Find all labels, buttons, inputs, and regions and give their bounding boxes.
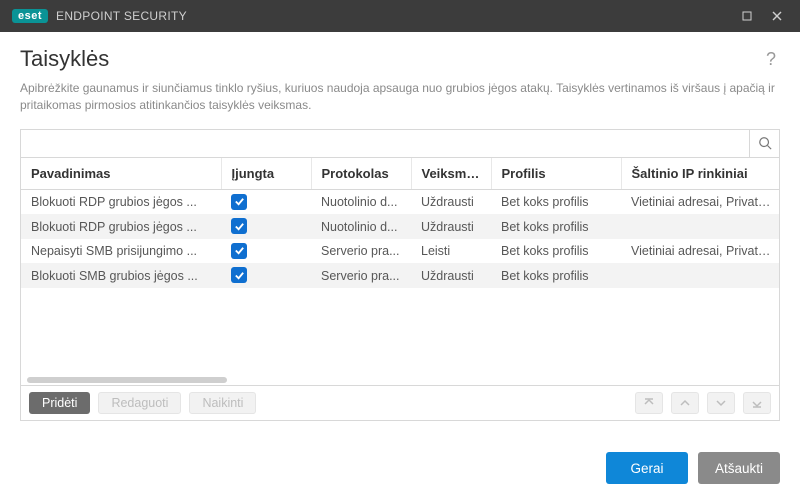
page-description: Apibrėžkite gaunamus ir siunčiamus tinkl… <box>20 80 780 115</box>
chevron-bottom-icon <box>751 397 763 409</box>
search-input[interactable] <box>21 130 749 156</box>
horizontal-scrollbar[interactable] <box>21 375 779 385</box>
cell-profile: Bet koks profilis <box>491 263 621 288</box>
cell-profile: Bet koks profilis <box>491 214 621 239</box>
cell-protocol: Serverio pra... <box>311 263 411 288</box>
checkbox-checked-icon[interactable] <box>231 267 247 283</box>
rules-panel: Pavadinimas Įjungta Protokolas Veiksmas … <box>20 129 780 421</box>
brand-badge: eset <box>12 9 48 23</box>
edit-button: Redaguoti <box>98 392 181 414</box>
close-button[interactable] <box>762 0 792 32</box>
chevron-top-icon <box>643 397 655 409</box>
table-row[interactable]: Blokuoti RDP grubios jėgos ... Nuotolinio… <box>21 214 779 239</box>
col-protocol[interactable]: Protokolas <box>311 158 411 190</box>
cell-action: Uždrausti <box>411 189 491 214</box>
table-row[interactable]: Blokuoti RDP grubios jėgos ... Nuotolinio… <box>21 189 779 214</box>
search-button[interactable] <box>749 129 779 157</box>
add-button[interactable]: Pridėti <box>29 392 90 414</box>
cell-name: Blokuoti RDP grubios jėgos ... <box>21 214 221 239</box>
move-down-button <box>707 392 735 414</box>
close-icon <box>772 11 782 21</box>
move-top-button <box>635 392 663 414</box>
cell-protocol: Nuotolinio d... <box>311 214 411 239</box>
minimize-button[interactable] <box>732 0 762 32</box>
checkbox-checked-icon[interactable] <box>231 218 247 234</box>
brand: eset ENDPOINT SECURITY <box>12 9 187 23</box>
chevron-up-icon <box>679 397 691 409</box>
cell-action: Uždrausti <box>411 263 491 288</box>
move-up-button <box>671 392 699 414</box>
search-icon <box>758 136 772 150</box>
chevron-down-icon <box>715 397 727 409</box>
cell-action: Leisti <box>411 239 491 264</box>
cell-protocol: Serverio pra... <box>311 239 411 264</box>
table-row[interactable]: Nepaisyti SMB prisijungimo ... Serverio p… <box>21 239 779 264</box>
cell-action: Uždrausti <box>411 214 491 239</box>
cell-name: Blokuoti SMB grubios jėgos ... <box>21 263 221 288</box>
delete-button: Naikinti <box>189 392 256 414</box>
brand-product-name: ENDPOINT SECURITY <box>56 9 187 23</box>
page-title: Taisyklės <box>20 46 109 72</box>
col-source-ip[interactable]: Šaltinio IP rinkiniai <box>621 158 779 190</box>
checkbox-checked-icon[interactable] <box>231 243 247 259</box>
cell-enabled[interactable] <box>221 189 311 214</box>
titlebar: eset ENDPOINT SECURITY <box>0 0 800 32</box>
cell-name: Nepaisyti SMB prisijungimo ... <box>21 239 221 264</box>
cell-protocol: Nuotolinio d... <box>311 189 411 214</box>
cell-profile: Bet koks profilis <box>491 189 621 214</box>
checkbox-checked-icon[interactable] <box>231 194 247 210</box>
cell-source-ip: Vietiniai adresai, Privatūs adresai <box>621 189 779 214</box>
cell-profile: Bet koks profilis <box>491 239 621 264</box>
minimize-icon <box>742 11 752 21</box>
cell-name: Blokuoti RDP grubios jėgos ... <box>21 189 221 214</box>
col-action[interactable]: Veiksmas <box>411 158 491 190</box>
col-profile[interactable]: Profilis <box>491 158 621 190</box>
rules-table: Pavadinimas Įjungta Protokolas Veiksmas … <box>21 158 779 288</box>
cell-enabled[interactable] <box>221 214 311 239</box>
cell-enabled[interactable] <box>221 239 311 264</box>
table-row[interactable]: Blokuoti SMB grubios jėgos ... Serverio p… <box>21 263 779 288</box>
help-icon: ? <box>766 49 776 69</box>
move-bottom-button <box>743 392 771 414</box>
cell-source-ip <box>621 214 779 239</box>
cell-enabled[interactable] <box>221 263 311 288</box>
col-name[interactable]: Pavadinimas <box>21 158 221 190</box>
table-header-row: Pavadinimas Įjungta Protokolas Veiksmas … <box>21 158 779 190</box>
col-enabled[interactable]: Įjungta <box>221 158 311 190</box>
cell-source-ip <box>621 263 779 288</box>
help-button[interactable]: ? <box>762 49 780 70</box>
cancel-button[interactable]: Atšaukti <box>698 452 780 484</box>
scrollbar-thumb[interactable] <box>27 377 227 383</box>
ok-button[interactable]: Gerai <box>606 452 688 484</box>
cell-source-ip: Vietiniai adresai, Privatūs adresai <box>621 239 779 264</box>
